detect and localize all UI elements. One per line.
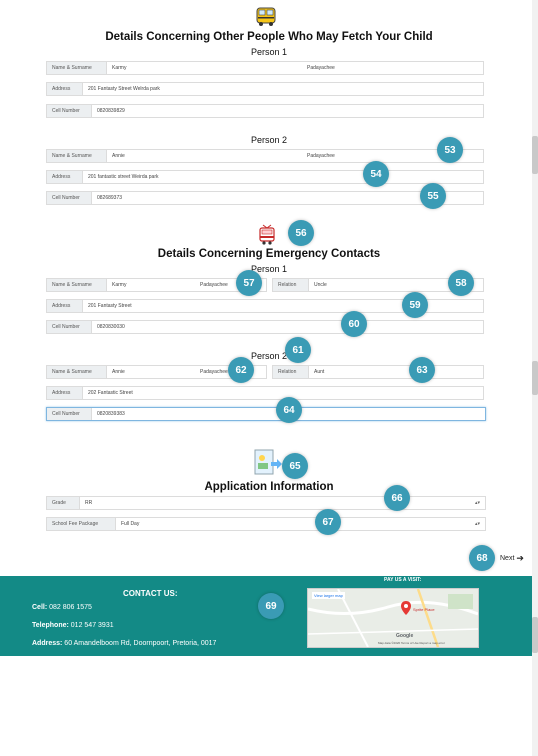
application-title: Application Information xyxy=(204,481,334,493)
cell-label: Cell Number xyxy=(47,408,92,420)
cell-value: 082 806 1575 xyxy=(49,604,92,611)
em-p2-relation-group: Relation Aunt xyxy=(272,365,484,379)
map-brand: Google xyxy=(396,633,414,639)
cell-field[interactable]: 0820839829 xyxy=(92,105,483,117)
em-p2-cell-group: Cell Number 0820839383 xyxy=(46,407,486,421)
address-label: Address xyxy=(47,171,83,183)
other-p2-name-group: Name & Surname Annie Padayachee xyxy=(46,149,484,163)
annotation-badge: 53 xyxy=(437,137,463,163)
em-p2-address-group: Address 202 Fantastic Street xyxy=(46,386,484,400)
other-p1-address-group: Address 201 Fantasty Street Welrda park xyxy=(46,82,484,96)
cell-label: Cell: xyxy=(32,604,48,611)
cell-field[interactable]: 0820830030 xyxy=(92,321,483,333)
annotation-badge: 63 xyxy=(409,357,435,383)
grade-value: RR xyxy=(85,500,93,506)
address-label: Address: xyxy=(32,640,63,647)
other-p1-cell-group: Cell Number 0820839829 xyxy=(46,104,484,118)
telephone-value: 012 547 3931 xyxy=(70,622,114,629)
annotation-badge: 65 xyxy=(282,453,308,479)
name-label: Name & Surname xyxy=(47,62,107,74)
address-value: 60 Amandelboom Rd, Doornpoort, Pretoria,… xyxy=(64,640,217,647)
name-label: Name & Surname xyxy=(47,150,107,162)
package-label: School Fee Package xyxy=(47,518,116,530)
chevron-updown-icon: ▴▾ xyxy=(474,500,480,506)
annotation-badge: 69 xyxy=(258,593,284,619)
annotation-badge: 57 xyxy=(236,270,262,296)
name-field[interactable]: Karmy xyxy=(107,279,195,291)
contact-heading: CONTACT US: xyxy=(123,589,178,598)
map-pin-icon xyxy=(401,601,411,620)
annotation-badge: 58 xyxy=(448,270,474,296)
annotation-badge: 59 xyxy=(402,292,428,318)
arrow-right-icon: ➔ xyxy=(516,553,524,563)
em-p1-name-group: Name & Surname Karmy Padayachee xyxy=(46,278,267,292)
visit-heading: PAY US A VISIT: xyxy=(384,577,422,583)
person-heading: Person 2 xyxy=(250,351,288,361)
em-p1-cell-group: Cell Number 0820830030 xyxy=(46,320,484,334)
other-p2-cell-group: Cell Number 082689373 xyxy=(46,191,484,205)
package-select[interactable]: School Fee Package Full Day ▴▾ xyxy=(46,517,486,531)
relation-field[interactable]: Aunt xyxy=(309,366,483,378)
annotation-badge: 55 xyxy=(420,183,446,209)
bus-icon xyxy=(255,6,277,28)
map-embed[interactable]: View larger map Sprite Place Google Map … xyxy=(307,588,479,648)
cell-label: Cell Number xyxy=(47,192,92,204)
scrollbar-thumb[interactable] xyxy=(532,136,538,174)
annotation-badge: 60 xyxy=(341,311,367,337)
emergency-title: Details Concerning Emergency Contacts xyxy=(157,248,381,260)
annotation-badge: 67 xyxy=(315,509,341,535)
address-field[interactable]: 201 Fantasty Street Welrda park xyxy=(83,83,483,95)
grade-label: Grade xyxy=(47,497,80,509)
annotation-badge: 62 xyxy=(228,357,254,383)
name-label: Name & Surname xyxy=(47,366,107,378)
contact-address: Address: 60 Amandelboom Rd, Doornpoort, … xyxy=(32,640,216,647)
next-label: Next xyxy=(500,555,515,562)
map-place-label: Sprite Place xyxy=(413,607,435,612)
chevron-updown-icon: ▴▾ xyxy=(474,521,480,527)
package-value: Full Day xyxy=(121,521,140,527)
telephone-label: Telephone: xyxy=(32,622,69,629)
cell-label: Cell Number xyxy=(47,321,92,333)
name-field[interactable]: Annie xyxy=(107,366,195,378)
next-button[interactable]: Next ➔ xyxy=(500,553,524,564)
document-arrow-icon xyxy=(253,449,283,477)
address-label: Address xyxy=(47,300,83,312)
address-field[interactable]: 201 fantastic street Weirda park xyxy=(83,171,483,183)
name-label: Name & Surname xyxy=(47,279,107,291)
cell-label: Cell Number xyxy=(47,105,92,117)
person-heading: Person 1 xyxy=(250,47,288,57)
name-field[interactable]: Annie xyxy=(107,150,302,162)
map-footer-text: Map data ©2020 Terms of Use Report a map… xyxy=(378,641,445,645)
scrollbar-thumb[interactable] xyxy=(532,361,538,395)
scrollbar-thumb[interactable] xyxy=(532,617,538,653)
contact-telephone: Telephone: 012 547 3931 xyxy=(32,622,114,629)
address-label: Address xyxy=(47,387,83,399)
grade-select[interactable]: Grade RR ▴▾ xyxy=(46,496,486,510)
annotation-badge: 54 xyxy=(363,161,389,187)
tram-icon xyxy=(256,224,278,246)
other-p1-name-group: Name & Surname Karmy Padayachee xyxy=(46,61,484,75)
map-larger-link[interactable]: View larger map xyxy=(312,592,345,599)
contact-cell: Cell: 082 806 1575 xyxy=(32,604,92,611)
annotation-badge: 68 xyxy=(469,545,495,571)
address-label: Address xyxy=(47,83,83,95)
annotation-badge: 64 xyxy=(276,397,302,423)
other-p2-address-group: Address 201 fantastic street Weirda park xyxy=(46,170,484,184)
name-field[interactable]: Karmy xyxy=(107,62,302,74)
annotation-badge: 66 xyxy=(384,485,410,511)
other-people-title: Details Concerning Other People Who May … xyxy=(105,31,433,43)
relation-label: Relation xyxy=(273,279,309,291)
annotation-badge: 61 xyxy=(285,337,311,363)
relation-label: Relation xyxy=(273,366,309,378)
annotation-badge: 56 xyxy=(288,220,314,246)
surname-field[interactable]: Padayachee xyxy=(302,62,483,74)
